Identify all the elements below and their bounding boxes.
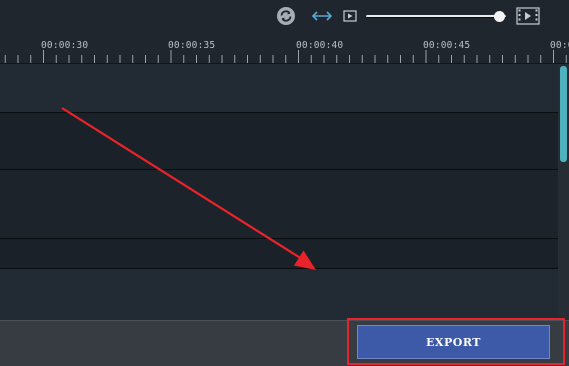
zoom-in-clip-icon[interactable] xyxy=(516,6,540,26)
time-ruler[interactable]: 00:00:30 00:00:35 00:00:40 00:00:45 00:0 xyxy=(0,32,569,64)
timeline-track[interactable] xyxy=(0,113,558,170)
export-button[interactable]: EXPORT xyxy=(357,325,550,359)
timeline-track[interactable] xyxy=(0,239,558,269)
ruler-ticks xyxy=(4,50,567,63)
fit-to-width-icon[interactable] xyxy=(310,6,334,26)
timeline-track[interactable] xyxy=(0,170,558,239)
zoom-out-clip-icon[interactable] xyxy=(343,6,357,26)
timeline-toolbar xyxy=(0,0,569,32)
timeline-tracks xyxy=(0,64,558,320)
zoom-slider-track[interactable] xyxy=(366,15,506,18)
sync-icon[interactable] xyxy=(276,6,296,26)
zoom-slider[interactable] xyxy=(366,10,512,22)
vertical-scrollbar[interactable] xyxy=(558,64,569,320)
timeline-track[interactable] xyxy=(0,64,558,113)
zoom-slider-thumb[interactable] xyxy=(494,11,505,22)
vertical-scrollbar-thumb[interactable] xyxy=(560,66,567,162)
timeline-track[interactable] xyxy=(0,269,558,320)
